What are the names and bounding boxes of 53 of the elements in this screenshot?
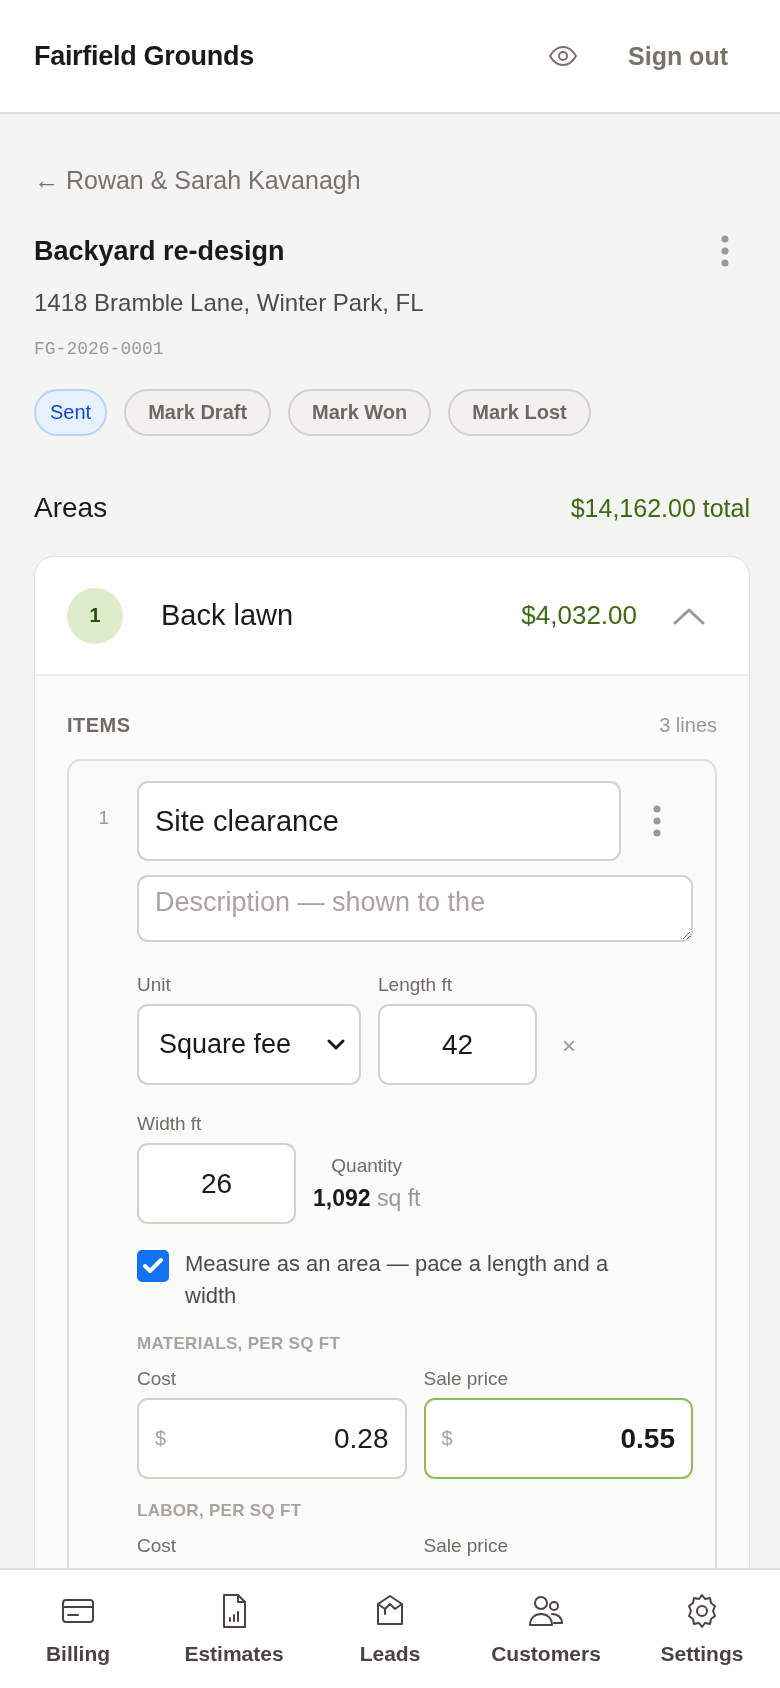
sign-out-button[interactable]: Sign out — [628, 37, 728, 75]
area-amount: $4,032.00 — [521, 600, 637, 631]
unit-dropdown[interactable]: Square fee — [137, 1004, 361, 1085]
length-field[interactable]: 42 — [378, 1004, 537, 1085]
quantity-value: 1,092 sq ft — [313, 1185, 421, 1212]
items-label: ITEMS — [67, 714, 131, 737]
item-name-field[interactable]: Site clearance — [137, 781, 621, 861]
more-icon[interactable] — [652, 805, 662, 837]
section-title: Areas — [34, 492, 108, 524]
multiply-sign: × — [562, 1032, 576, 1061]
status-button[interactable]: Mark Lost — [448, 389, 591, 436]
back-link[interactable]: ← Rowan & Sarah Kavanagh — [34, 166, 361, 195]
more-icon[interactable] — [720, 235, 730, 267]
eye-icon[interactable] — [548, 45, 578, 67]
nav-tab[interactable]: Settings — [624, 1570, 780, 1688]
field-label: Cost — [137, 1368, 177, 1390]
area-number: 1 — [67, 587, 123, 644]
line-count: 3 lines — [659, 714, 717, 737]
checkbox[interactable] — [137, 1250, 169, 1282]
status-badge[interactable]: Sent — [34, 389, 108, 436]
nav-tab[interactable]: Estimates — [156, 1570, 312, 1688]
field-label: Width ft — [137, 1113, 202, 1135]
brand-name: Fairfield Grounds — [34, 40, 255, 72]
nav-tab[interactable]: Customers — [468, 1570, 624, 1688]
nav-tab[interactable]: Billing — [0, 1570, 156, 1688]
status-button[interactable]: Mark Won — [288, 389, 432, 436]
field-label: Sale price — [423, 1368, 508, 1390]
description-field[interactable]: Description — shown to the — [137, 875, 693, 942]
address-text: 1418 Bramble Lane, Winter Park, FL — [34, 289, 425, 317]
total-amount: $14,162.00 total — [570, 493, 750, 523]
nav-tab[interactable]: Leads — [312, 1570, 468, 1688]
area-name: Back lawn — [161, 599, 295, 632]
price-value: 0.28 — [333, 1422, 389, 1455]
price-value: 0.55 — [619, 1422, 675, 1455]
quantity-label: Quantity — [331, 1155, 403, 1177]
status-button[interactable]: Mark Draft — [124, 389, 272, 436]
currency-sign: $ — [441, 1427, 453, 1450]
estimate-title: Backyard re-design — [34, 235, 285, 267]
field-label: Cost — [137, 1535, 177, 1557]
field-label: Sale price — [423, 1535, 508, 1557]
price-field[interactable]: $ 0.55 — [423, 1398, 693, 1479]
price-field[interactable]: $ 0.28 — [137, 1398, 407, 1479]
chevron-down-icon — [327, 1038, 345, 1051]
estimate-code: FG-2026-0001 — [34, 339, 165, 359]
checkbox-label: Measure as an area — pace a length and a width — [185, 1250, 610, 1310]
section-heading: MATERIALS, PER SQ FT — [137, 1334, 342, 1354]
width-field[interactable]: 26 — [137, 1143, 296, 1224]
field-label: Length ft — [378, 974, 452, 996]
line-number: 1 — [97, 806, 110, 830]
field-label: Unit — [137, 974, 171, 996]
currency-sign: $ — [155, 1427, 167, 1450]
section-heading: LABOR, PER SQ FT — [137, 1501, 303, 1521]
chevron-up-icon[interactable] — [673, 606, 705, 625]
